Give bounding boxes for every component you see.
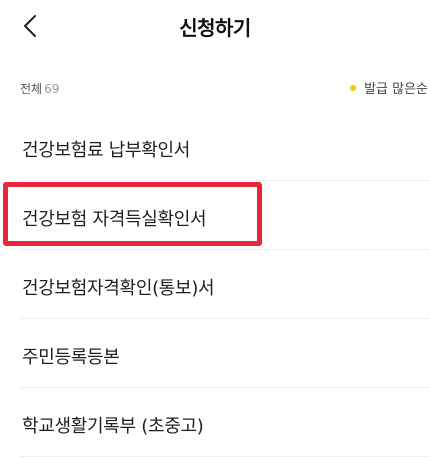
list-item-label: 건강보험료 납부확인서	[22, 140, 191, 161]
header: 신청하기	[0, 0, 430, 52]
total-count: 69	[44, 82, 60, 96]
list-item[interactable]: 건강보험료 납부확인서	[20, 112, 430, 181]
list-item[interactable]: 건강보험 자격득실확인서	[20, 181, 430, 250]
page-title: 신청하기	[179, 16, 251, 40]
total-count-label: 전체 69	[20, 80, 59, 97]
filter-bar: 전체 69 발급 많은순	[20, 78, 430, 98]
document-list: 건강보험료 납부확인서 건강보험 자격득실확인서 건강보험자격확인(통보)서 주…	[0, 112, 430, 457]
list-item-label: 건강보험 자격득실확인서	[22, 209, 207, 230]
list-item-label: 학교생활기록부 (초중고)	[22, 416, 204, 437]
sort-label: 발급 많은순	[364, 82, 428, 97]
sort-dot-icon	[350, 84, 357, 91]
list-item[interactable]: 학교생활기록부 (초중고)	[20, 388, 430, 457]
list-item[interactable]: 건강보험자격확인(통보)서	[20, 250, 430, 319]
total-label: 전체	[20, 82, 43, 96]
sort-dropdown[interactable]: 발급 많은순	[350, 78, 428, 97]
list-item-label: 건강보험자격확인(통보)서	[22, 278, 215, 299]
list-item-label: 주민등록등본	[22, 347, 120, 368]
list-item[interactable]: 주민등록등본	[20, 319, 430, 388]
